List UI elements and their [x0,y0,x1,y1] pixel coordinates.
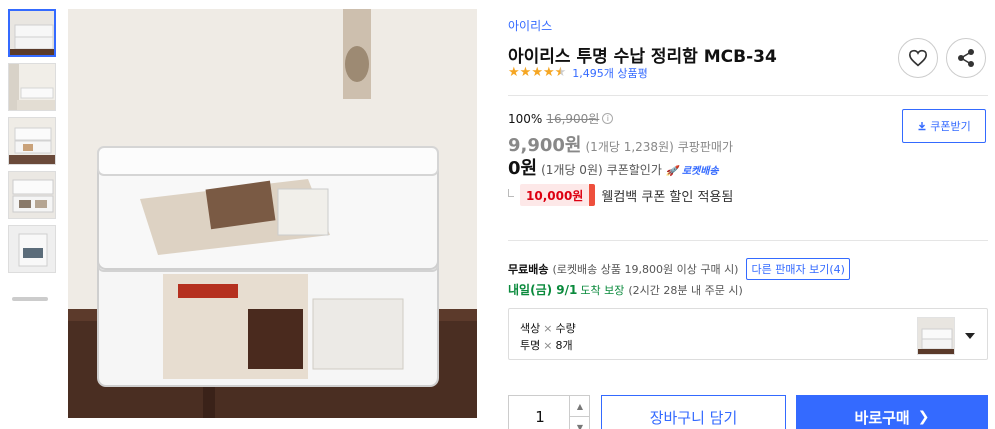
coupon-price-label: 쿠폰할인가 [606,163,662,177]
coupon-price-row: 0원 (1개당 0원) 쿠폰할인가 🚀 로켓배송 [508,154,719,180]
option-header-color: 색상 [520,322,541,335]
chevron-up-icon: ▲ [576,401,584,411]
arrival-date: 내일(금) 9/1 [508,283,578,297]
thumbnail-6[interactable] [8,279,56,319]
quantity-stepper[interactable]: 1 ▲ ▼ [508,395,590,429]
arrival-row: 내일(금) 9/1 도착 보장 (2시간 28분 내 주문 시) [508,281,743,298]
option-header: 색상 × 수량 [520,320,576,336]
option-value-color: 투명 [520,339,541,352]
rocket-icon: 🚀 [665,166,679,177]
chevron-right-icon: ❯ [917,409,930,425]
shipping-condition: (로켓배송 상품 19,800원 이상 구매 시) [552,263,739,276]
half-star-icon: ★ [554,65,567,80]
download-icon [918,122,926,131]
star-icon: ★ [508,65,520,80]
main-product-image [68,9,477,418]
thumbnail-logo-mark [12,297,48,301]
welcome-coupon-tail [589,184,596,206]
arrival-guarantee: 도착 보장 [580,283,625,297]
share-button[interactable] [946,38,986,78]
discount-rate: 100% [508,111,543,126]
welcome-coupon-text: 웰컴백 쿠폰 할인 적용됨 [601,189,734,205]
option-select[interactable]: 색상 × 수량 투명 × 8개 [508,308,988,360]
wishlist-button[interactable] [898,38,938,78]
quantity-decrease-button[interactable]: ▼ [569,417,590,429]
thumbnail-list [8,9,58,325]
buy-now-button[interactable]: 바로구매 ❯ [796,395,988,429]
add-to-cart-button[interactable]: 장바구니 담기 [601,395,786,429]
star-rating: ★ ★ ★ ★ ★ [508,66,566,80]
star-icon: ★ [531,65,543,80]
other-sellers-button[interactable]: 다른 판매자 보기(4) [746,258,850,280]
buy-now-label: 바로구매 [854,408,910,427]
welcome-coupon-amount: 10,000원 [520,184,590,206]
thumbnail-4[interactable] [8,171,56,219]
thumbnail-1[interactable] [8,9,56,57]
option-value-qty: 8개 [555,339,573,352]
thumbnail-2[interactable] [8,63,56,111]
quantity-value[interactable]: 1 [509,408,571,426]
star-icon: ★ [542,65,555,80]
discount-row: 100% 16,900원 i [508,110,614,127]
rocket-delivery-label: 로켓배송 [681,166,719,177]
option-header-qty: 수량 [555,322,576,335]
product-title: 아이리스 투명 수납 정리함 MCB-34 [508,47,777,67]
free-shipping-label: 무료배송 [508,263,549,276]
coupon-price: 0원 [508,158,538,179]
sale-price-label: 쿠팡판매가 [677,140,733,154]
heart-icon [908,49,928,67]
star-icon: ★ [519,65,532,80]
sale-unit-price: (1개당 1,238원) [585,140,674,154]
divider [508,95,988,96]
add-to-cart-label: 장바구니 담기 [649,408,738,427]
rating-row: ★ ★ ★ ★ ★ 1,495개 상품평 [508,65,648,81]
rocket-delivery-badge: 🚀 로켓배송 [666,162,719,177]
caret-down-icon [965,333,975,339]
elbow-connector [508,189,514,197]
brand-link[interactable]: 아이리스 [508,17,552,34]
coupon-download-label: 쿠폰받기 [930,120,971,133]
shipping-row: 무료배송 (로켓배송 상품 19,800원 이상 구매 시) 다른 판매자 보기… [508,258,850,280]
thumbnail-5[interactable] [8,225,56,273]
coupon-unit-price: (1개당 0원) [541,163,603,177]
share-icon [958,49,974,67]
welcome-coupon-row: 10,000원 웰컴백 쿠폰 할인 적용됨 [508,184,733,206]
original-price: 16,900원 [546,112,600,126]
option-separator: × [543,322,553,335]
option-thumbnail [917,317,955,355]
product-page: 아이리스 아이리스 투명 수납 정리함 MCB-34 ★ ★ ★ ★ ★ 1,4… [0,0,995,429]
quantity-increase-button[interactable]: ▲ [569,396,590,417]
option-value: 투명 × 8개 [520,337,573,353]
arrival-detail: (2시간 28분 내 주문 시) [628,283,743,297]
thumbnail-3[interactable] [8,117,56,165]
info-icon[interactable]: i [602,113,614,124]
divider [508,240,988,241]
review-count-link[interactable]: 1,495개 상품평 [572,65,647,81]
coupon-download-button[interactable]: 쿠폰받기 [902,109,986,143]
chevron-down-icon: ▼ [576,423,584,429]
option-separator: × [543,339,553,352]
